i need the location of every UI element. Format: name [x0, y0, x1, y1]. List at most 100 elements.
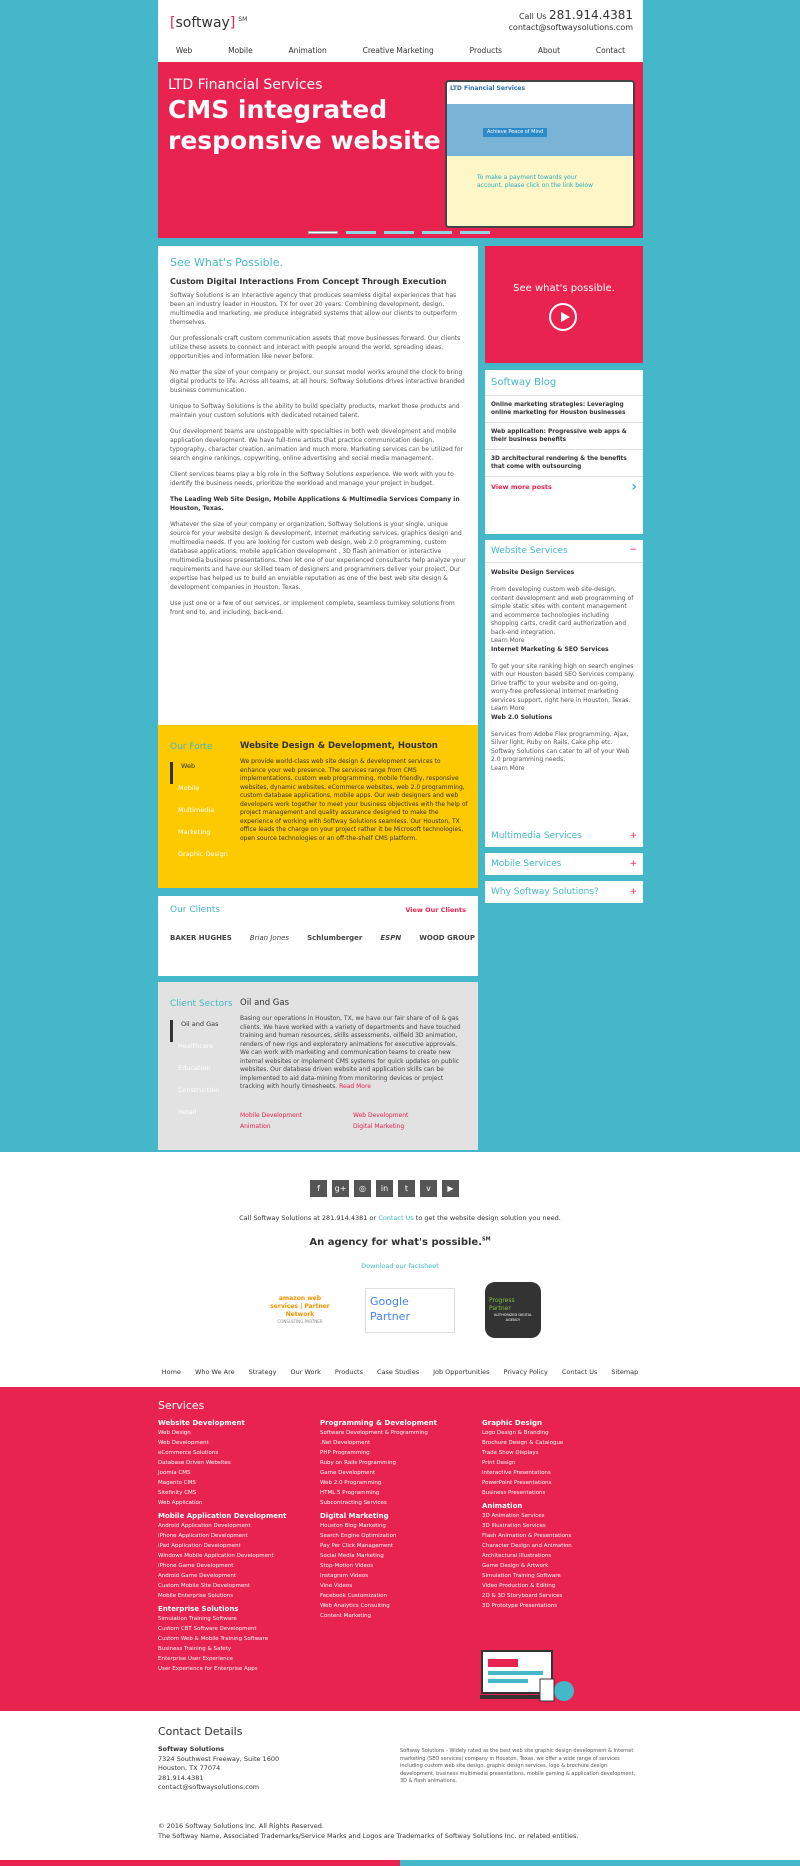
- expand-icon[interactable]: +: [629, 830, 637, 842]
- service-link[interactable]: Logo Design & Branding: [482, 1428, 572, 1438]
- hero-slider[interactable]: LTD Financial Services CMS integrated re…: [158, 62, 643, 238]
- service-link[interactable]: Joomla CMS: [158, 1468, 286, 1478]
- sector-tab-construction[interactable]: Construction: [170, 1086, 219, 1108]
- sector-link[interactable]: Animation: [240, 1123, 271, 1131]
- service-link[interactable]: Social Media Marketing: [320, 1551, 437, 1561]
- service-link[interactable]: Pay Per Click Management: [320, 1541, 437, 1551]
- linkedin-icon[interactable]: in: [376, 1180, 393, 1197]
- service-link[interactable]: Custom CBT Software Development: [158, 1624, 286, 1634]
- service-link[interactable]: Web Development: [158, 1438, 286, 1448]
- service-link[interactable]: Windows Mobile Application Development: [158, 1551, 286, 1561]
- slider-dot[interactable]: [308, 231, 338, 234]
- forte-tab-graphic-design[interactable]: Graphic Design: [170, 850, 228, 872]
- vine-icon[interactable]: v: [420, 1180, 437, 1197]
- forte-tab-mobile[interactable]: Mobile: [170, 784, 228, 806]
- service-link[interactable]: Trade Show Displays: [482, 1448, 572, 1458]
- service-link[interactable]: Magento CMS: [158, 1478, 286, 1488]
- service-link[interactable]: Instagram Videos: [320, 1571, 437, 1581]
- service-link[interactable]: Web Application: [158, 1498, 286, 1508]
- contact-us-link[interactable]: Contact Us: [378, 1214, 414, 1222]
- view-more-posts-link[interactable]: View more posts: [485, 477, 643, 498]
- service-link[interactable]: HTML 5 Programming: [320, 1488, 437, 1498]
- factsheet-link[interactable]: Download our factsheet: [0, 1262, 800, 1271]
- youtube-icon[interactable]: ▶: [442, 1180, 459, 1197]
- service-link[interactable]: 2D & 3D Storyboard Services: [482, 1591, 572, 1601]
- nav-animation[interactable]: Animation: [289, 46, 327, 56]
- service-link[interactable]: Brochure Design & Catalogue: [482, 1438, 572, 1448]
- nav-products[interactable]: Products: [470, 46, 502, 56]
- service-link[interactable]: Android Game Development: [158, 1571, 286, 1581]
- service-link[interactable]: 3D Illustration Services: [482, 1521, 572, 1531]
- service-link[interactable]: Search Engine Optimization: [320, 1531, 437, 1541]
- service-link[interactable]: Web Analytics Consulting: [320, 1601, 437, 1611]
- sector-tab-oil-gas[interactable]: Oil and Gas: [170, 1020, 219, 1042]
- footer-nav-products[interactable]: Products: [335, 1368, 363, 1377]
- service-link[interactable]: Houston Blog Marketing: [320, 1521, 437, 1531]
- header-phone[interactable]: 281.914.4381: [549, 8, 633, 22]
- sector-tab-retail[interactable]: Retail: [170, 1108, 219, 1130]
- footer-nav-strategy[interactable]: Strategy: [249, 1368, 277, 1377]
- slider-dot[interactable]: [346, 231, 376, 234]
- blog-post[interactable]: Online marketing strategies: Leveraging …: [485, 396, 643, 423]
- service-link[interactable]: Mobile Enterprise Solutions: [158, 1591, 286, 1601]
- nav-about[interactable]: About: [538, 46, 560, 56]
- service-link[interactable]: Software Development & Programming: [320, 1428, 437, 1438]
- sector-link[interactable]: Mobile Development: [240, 1112, 302, 1120]
- learn-more-link[interactable]: Learn More: [491, 765, 525, 772]
- learn-more-link[interactable]: Learn More: [491, 705, 525, 712]
- service-link[interactable]: Business Presentations: [482, 1488, 572, 1498]
- service-link[interactable]: Web 2.0 Programming: [320, 1478, 437, 1488]
- service-link[interactable]: Sitefinity CMS: [158, 1488, 286, 1498]
- learn-more-link[interactable]: Learn More: [491, 637, 525, 644]
- contact-email[interactable]: contact@softwaysolutions.com: [158, 1783, 259, 1791]
- footer-nav-who-we-are[interactable]: Who We Are: [195, 1368, 235, 1377]
- service-link[interactable]: PowerPoint Presentations: [482, 1478, 572, 1488]
- accordion-header-website[interactable]: Website Services −: [485, 540, 643, 564]
- view-clients-link[interactable]: View Our Clients: [405, 906, 466, 915]
- blog-post[interactable]: Web application: Progressive web apps & …: [485, 423, 643, 450]
- service-link[interactable]: PHP Programming: [320, 1448, 437, 1458]
- nav-mobile[interactable]: Mobile: [228, 46, 253, 56]
- service-link[interactable]: 3D Prototype Presentations: [482, 1601, 572, 1611]
- blog-post[interactable]: 3D architectural rendering & the benefit…: [485, 450, 643, 477]
- service-link[interactable]: iPhone Application Development: [158, 1531, 286, 1541]
- forte-tab-web[interactable]: Web: [170, 762, 228, 784]
- service-link[interactable]: Content Marketing: [320, 1611, 437, 1621]
- service-link[interactable]: Simulation Training Software: [482, 1571, 572, 1581]
- nav-web[interactable]: Web: [176, 46, 192, 56]
- service-link[interactable]: Architectural Illustrations: [482, 1551, 572, 1561]
- service-link[interactable]: Video Production & Editing: [482, 1581, 572, 1591]
- service-link[interactable]: Custom Web & Mobile Training Software: [158, 1634, 286, 1644]
- facebook-icon[interactable]: f: [310, 1180, 327, 1197]
- forte-tab-multimedia[interactable]: Multimedia: [170, 806, 228, 828]
- expand-icon[interactable]: +: [629, 858, 637, 870]
- sector-tab-education[interactable]: Education: [170, 1064, 219, 1086]
- footer-nav-contact[interactable]: Contact Us: [562, 1368, 598, 1377]
- service-link[interactable]: Facebook Customization: [320, 1591, 437, 1601]
- service-link[interactable]: Business Training & Safety: [158, 1644, 286, 1654]
- sector-tab-healthcare[interactable]: Healthcare: [170, 1042, 219, 1064]
- service-link[interactable]: Ruby on Rails Programming: [320, 1458, 437, 1468]
- service-link[interactable]: Web Design: [158, 1428, 286, 1438]
- service-link[interactable]: .Net Development: [320, 1438, 437, 1448]
- site-logo[interactable]: [softway] SM: [170, 14, 247, 33]
- service-link[interactable]: eCommerce Solutions: [158, 1448, 286, 1458]
- service-link[interactable]: User Experience for Enterprise Apps: [158, 1664, 286, 1674]
- slider-dot[interactable]: [460, 231, 490, 234]
- nav-contact[interactable]: Contact: [596, 46, 625, 56]
- service-link[interactable]: Flash Animation & Presentations: [482, 1531, 572, 1541]
- service-link[interactable]: Interactive Presentations: [482, 1468, 572, 1478]
- forte-tab-marketing[interactable]: Marketing: [170, 828, 228, 850]
- service-link[interactable]: Subcontracting Services: [320, 1498, 437, 1508]
- service-link[interactable]: iPhone Game Development: [158, 1561, 286, 1571]
- footer-nav-sitemap[interactable]: Sitemap: [611, 1368, 638, 1377]
- read-more-link[interactable]: Read More: [339, 1083, 371, 1090]
- footer-nav-jobs[interactable]: Job Opportunities: [433, 1368, 489, 1377]
- instagram-icon[interactable]: ◎: [354, 1180, 371, 1197]
- google-plus-icon[interactable]: g+: [332, 1180, 349, 1197]
- slider-dot[interactable]: [384, 231, 414, 234]
- sector-link[interactable]: Web Development: [353, 1112, 408, 1120]
- service-link[interactable]: Enterprise User Experience: [158, 1654, 286, 1664]
- service-link[interactable]: Database Driven Websites: [158, 1458, 286, 1468]
- footer-nav-home[interactable]: Home: [162, 1368, 181, 1377]
